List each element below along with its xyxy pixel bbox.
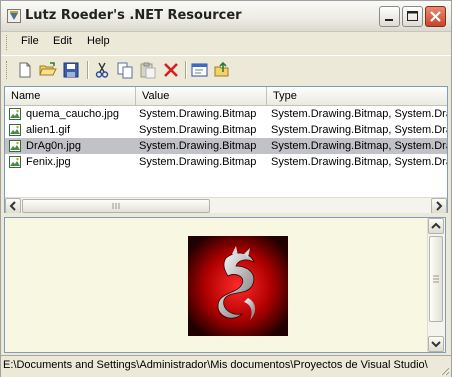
menu-edit[interactable]: Edit <box>53 35 72 47</box>
list-header: Name Value Type <box>5 87 447 106</box>
toolbar-grip[interactable] <box>6 61 10 79</box>
vertical-scrollbar[interactable] <box>427 218 445 352</box>
resize-grip-icon[interactable] <box>438 364 450 376</box>
image-file-icon <box>9 156 21 168</box>
app-icon[interactable] <box>7 9 21 23</box>
list-row[interactable]: quema_caucho.jpg System.Drawing.Bitmap S… <box>5 106 447 122</box>
image-preview-pane <box>4 217 446 353</box>
status-bar: E:\Documents and Settings\Administrador\… <box>1 355 451 377</box>
cell-name: DrAg0n.jpg <box>26 140 82 152</box>
cut-icon[interactable] <box>92 60 112 80</box>
cell-name: alien1.gif <box>26 124 71 136</box>
cell-type: System.Drawing.Bitmap, System.Dra <box>271 156 447 168</box>
delete-icon[interactable] <box>161 60 181 80</box>
close-button[interactable] <box>425 6 446 27</box>
dragon-image <box>188 236 288 336</box>
column-header-name[interactable]: Name <box>5 87 136 105</box>
scroll-right-button[interactable] <box>431 198 447 214</box>
resource-list[interactable]: Name Value Type quema_caucho.jpg System.… <box>4 86 448 215</box>
list-row[interactable]: alien1.gif System.Drawing.Bitmap System.… <box>5 122 447 138</box>
scroll-up-button[interactable] <box>428 218 444 234</box>
cell-value: System.Drawing.Bitmap <box>139 156 257 168</box>
image-file-icon <box>9 140 21 152</box>
open-folder-icon[interactable] <box>38 60 58 80</box>
toolbar <box>1 55 451 84</box>
menu-bar: File Edit Help <box>1 32 451 52</box>
toolbar-separator <box>87 61 89 79</box>
new-file-icon[interactable] <box>15 60 35 80</box>
cell-name: Fenix.jpg <box>26 156 71 168</box>
list-row[interactable]: Fenix.jpg System.Drawing.Bitmap System.D… <box>5 154 447 170</box>
column-header-type[interactable]: Type <box>267 87 447 105</box>
image-file-icon <box>9 108 21 120</box>
maximize-button[interactable] <box>402 6 423 27</box>
horizontal-scroll-thumb[interactable] <box>22 199 210 213</box>
scroll-down-button[interactable] <box>428 336 444 352</box>
cell-value: System.Drawing.Bitmap <box>139 140 257 152</box>
cell-type: System.Drawing.Bitmap, System.Dra <box>271 108 447 120</box>
menu-file[interactable]: File <box>21 35 39 47</box>
toolbar-separator <box>185 61 187 79</box>
edit-resource-icon[interactable] <box>190 60 210 80</box>
cell-value: System.Drawing.Bitmap <box>139 108 257 120</box>
copy-icon[interactable] <box>115 60 135 80</box>
image-file-icon <box>9 124 21 136</box>
menu-help[interactable]: Help <box>87 35 110 47</box>
app-window: Lutz Roeder's .NET Resourcer File Edit H… <box>0 0 452 377</box>
status-path: E:\Documents and Settings\Administrador\… <box>3 359 428 371</box>
scroll-left-button[interactable] <box>5 198 21 214</box>
menu-grip[interactable] <box>6 35 10 50</box>
window-title: Lutz Roeder's .NET Resourcer <box>25 8 242 23</box>
minimize-button[interactable] <box>379 6 400 27</box>
cell-name: quema_caucho.jpg <box>26 108 119 120</box>
cell-type: System.Drawing.Bitmap, System.Dra <box>271 124 447 136</box>
list-row-selected[interactable]: DrAg0n.jpg System.Drawing.Bitmap System.… <box>5 138 447 154</box>
title-bar[interactable]: Lutz Roeder's .NET Resourcer <box>1 1 451 32</box>
export-folder-icon[interactable] <box>213 60 233 80</box>
cell-value: System.Drawing.Bitmap <box>139 124 257 136</box>
paste-icon[interactable] <box>138 60 158 80</box>
save-icon[interactable] <box>61 60 81 80</box>
cell-type: System.Drawing.Bitmap, System.Dra <box>271 140 447 152</box>
vertical-scroll-thumb[interactable] <box>429 236 443 322</box>
column-header-value[interactable]: Value <box>136 87 267 105</box>
